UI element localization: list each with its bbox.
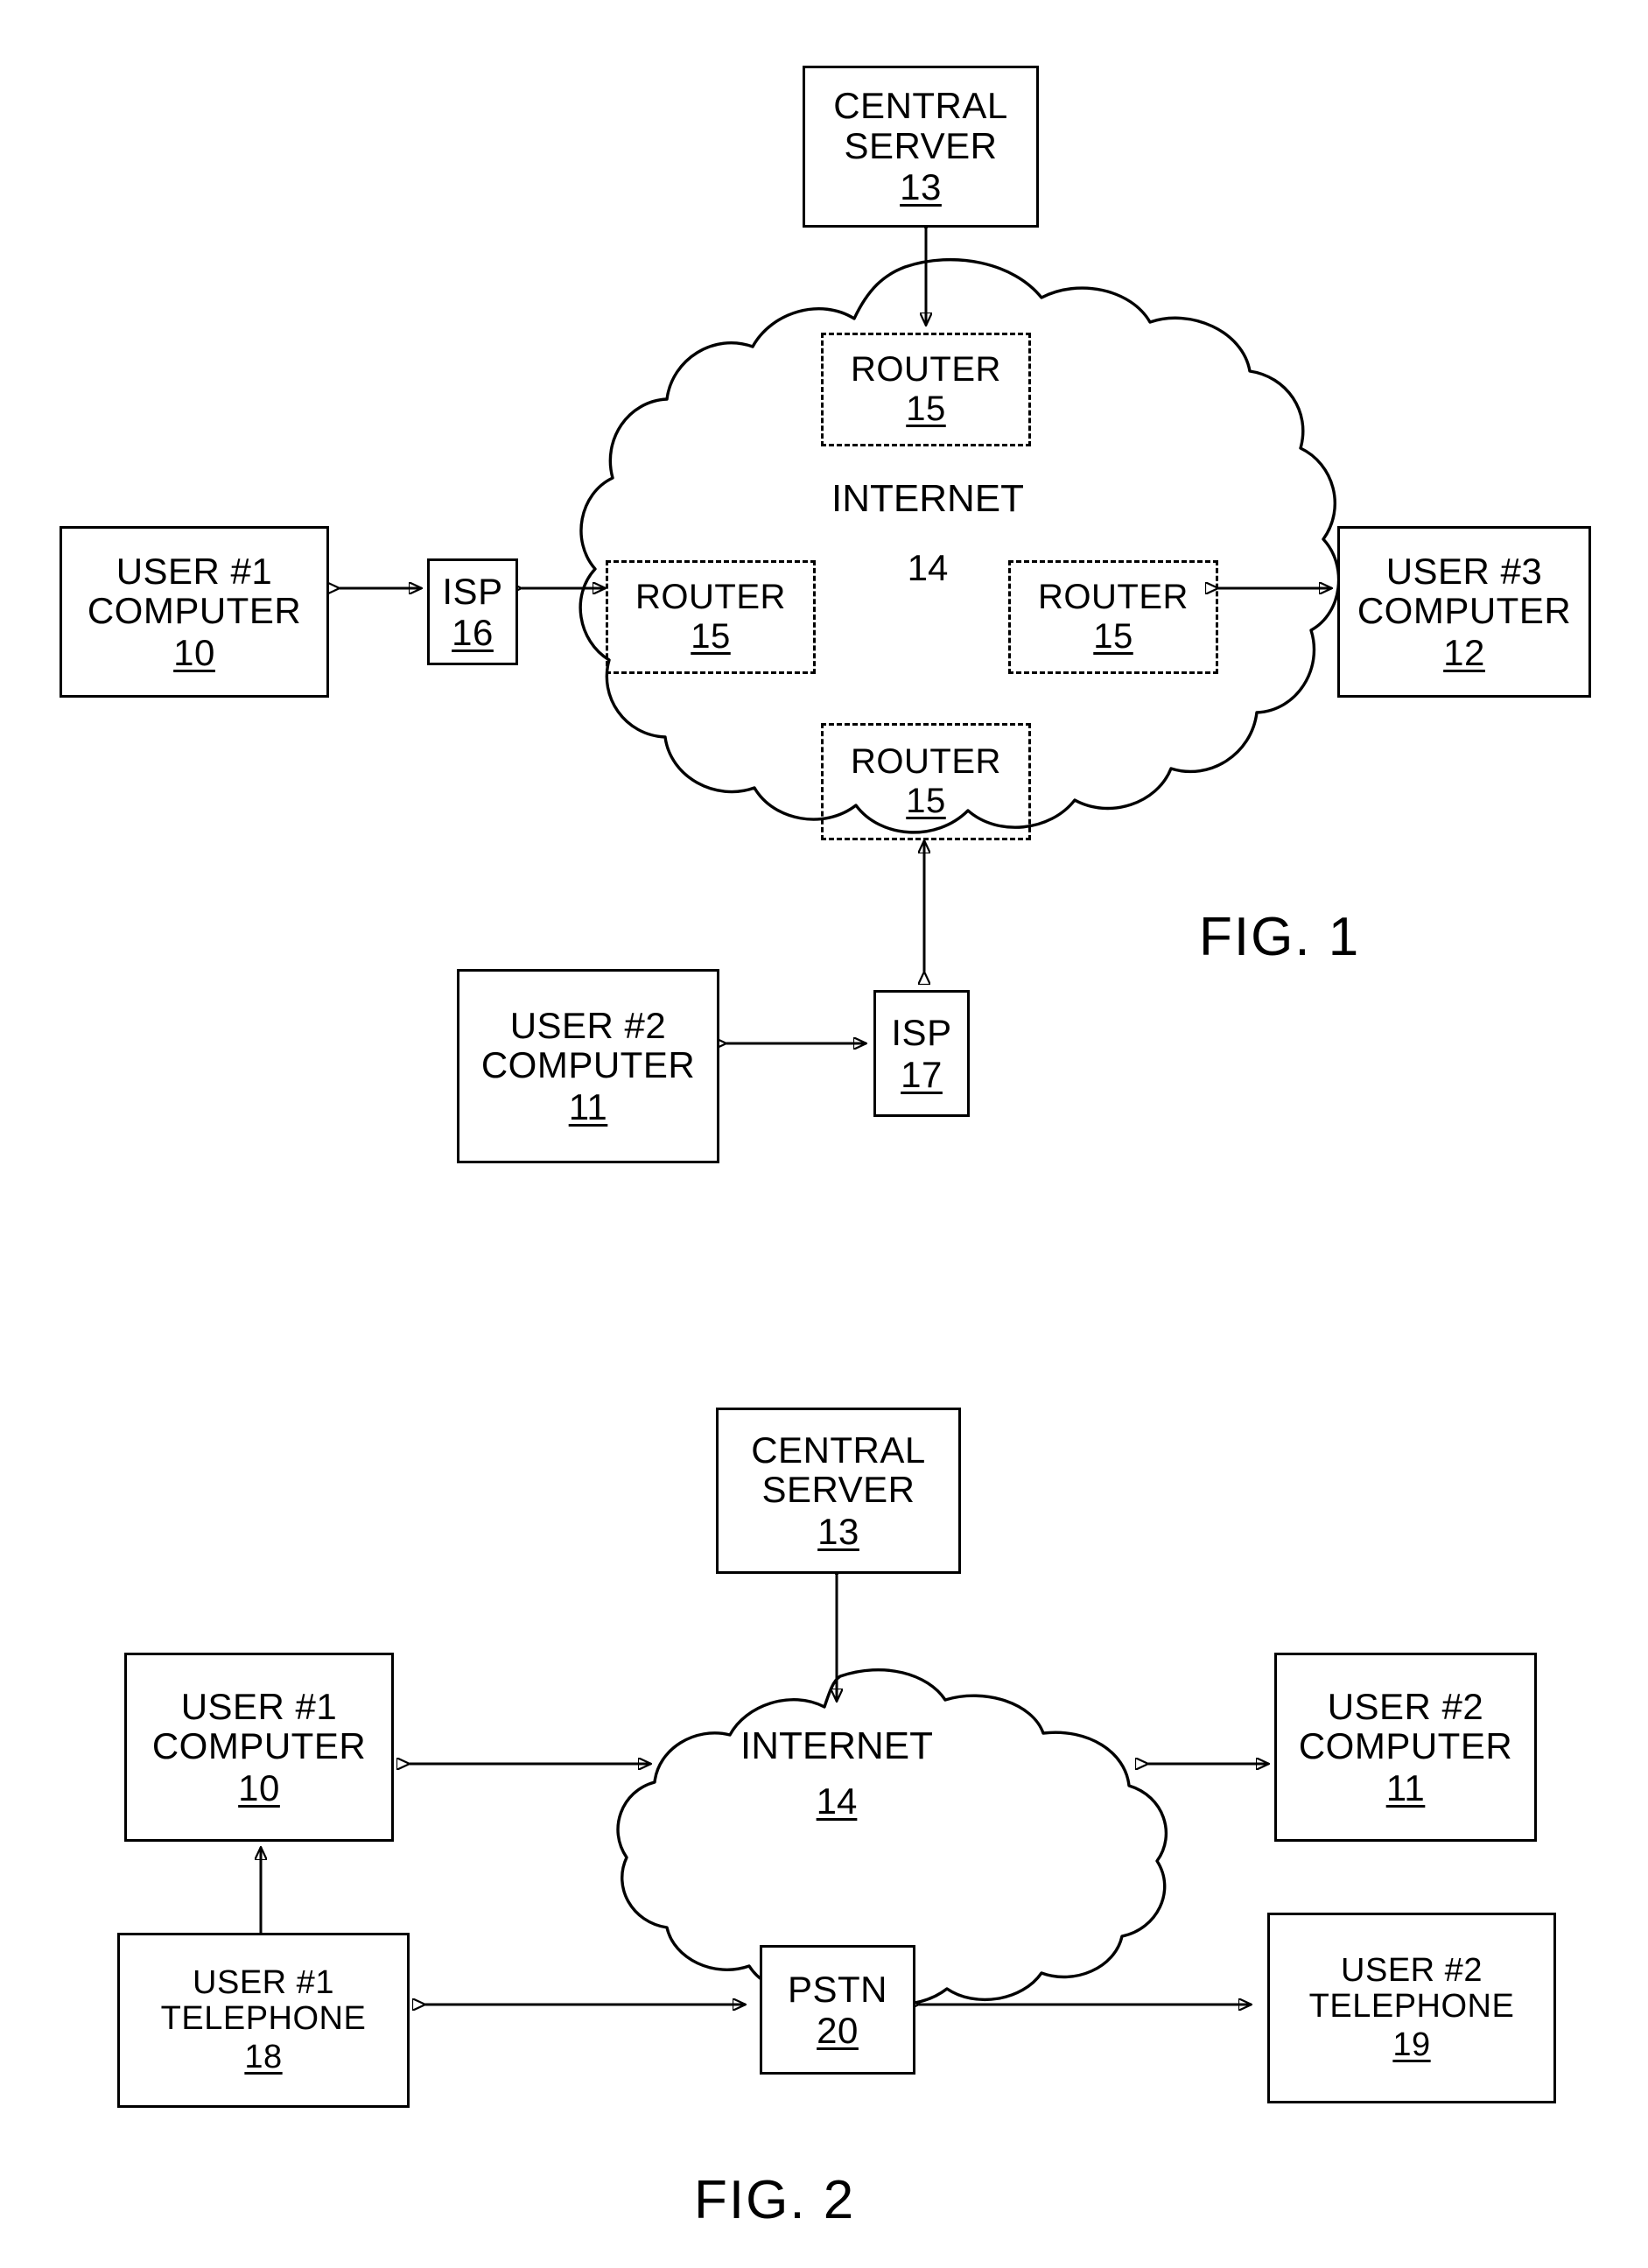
fig2-user2-computer-line1: USER #2 <box>1327 1685 1484 1727</box>
fig1-user2-computer-line1: USER #2 <box>509 1004 667 1046</box>
fig2-user1-computer-line2: COMPUTER <box>151 1725 367 1767</box>
fig2-pstn-ref: 20 <box>817 2010 859 2051</box>
fig1-isp17-label: ISP <box>891 1012 952 1054</box>
fig1-figure-label: FIG. 1 <box>1199 907 1361 967</box>
fig2-user2-telephone-line2: TELEPHONE <box>1308 1988 1515 2026</box>
fig2-user1-telephone-line2: TELEPHONE <box>160 2000 367 2038</box>
patent-drawing-page: CENTRAL SERVER 13 ROUTER 15 INTERNET 14 … <box>0 0 1648 2268</box>
fig1-isp17-ref: 17 <box>901 1053 943 1095</box>
fig1-router-right-box[interactable]: ROUTER 15 <box>1008 560 1218 674</box>
fig1-router-top-box[interactable]: ROUTER 15 <box>821 333 1031 446</box>
fig2-internet-ref: 14 <box>816 1780 858 1822</box>
fig2-central-server-line2: SERVER <box>761 1469 915 1511</box>
fig2-pstn-box[interactable]: PSTN 20 <box>760 1945 915 2075</box>
fig1-central-server-line2: SERVER <box>844 124 998 166</box>
fig2-internet-label-group: INTERNET 14 <box>688 1724 985 1822</box>
fig2-internet-title: INTERNET <box>740 1724 933 1767</box>
fig1-router-left-ref: 15 <box>691 617 731 656</box>
fig1-router-left-label: ROUTER <box>635 577 786 616</box>
fig1-isp16-box[interactable]: ISP 16 <box>427 558 518 665</box>
fig1-user2-computer-box[interactable]: USER #2 COMPUTER 11 <box>457 969 719 1163</box>
fig2-central-server-line1: CENTRAL <box>751 1429 926 1471</box>
fig1-router-left-box[interactable]: ROUTER 15 <box>606 560 816 674</box>
fig2-central-server-ref: 13 <box>817 1510 859 1552</box>
fig1-isp16-ref: 16 <box>452 612 494 653</box>
fig1-user1-computer-line1: USER #1 <box>116 550 273 592</box>
fig2-user1-telephone-box[interactable]: USER #1 TELEPHONE 18 <box>117 1933 410 2108</box>
fig1-central-server-line1: CENTRAL <box>833 85 1008 127</box>
fig2-user2-computer-line2: COMPUTER <box>1298 1725 1513 1767</box>
fig2-pstn-label: PSTN <box>787 1968 887 2010</box>
fig1-user3-computer-ref: 12 <box>1443 631 1485 673</box>
fig1-router-right-ref: 15 <box>1093 617 1133 656</box>
fig2-central-server-box[interactable]: CENTRAL SERVER 13 <box>716 1408 961 1574</box>
fig2-user2-telephone-box[interactable]: USER #2 TELEPHONE 19 <box>1267 1913 1556 2103</box>
fig1-router-bottom-ref: 15 <box>906 782 946 820</box>
fig1-central-server-ref: 13 <box>900 166 942 208</box>
fig1-user3-computer-line1: USER #3 <box>1385 550 1543 592</box>
fig2-user1-telephone-ref: 18 <box>244 2038 283 2075</box>
fig1-router-right-label: ROUTER <box>1038 577 1189 616</box>
fig2-user1-computer-line1: USER #1 <box>180 1685 338 1727</box>
fig1-user1-computer-box[interactable]: USER #1 COMPUTER 10 <box>60 526 329 698</box>
fig1-router-top-ref: 15 <box>906 390 946 428</box>
fig1-router-top-label: ROUTER <box>851 349 1001 389</box>
fig1-internet-title: INTERNET <box>831 477 1024 520</box>
fig2-user2-telephone-ref: 19 <box>1392 2026 1431 2063</box>
fig1-user2-computer-line2: COMPUTER <box>480 1044 696 1086</box>
fig1-user2-computer-ref: 11 <box>568 1085 608 1127</box>
fig2-user2-telephone-line1: USER #2 <box>1341 1952 1483 1990</box>
fig1-user3-computer-line2: COMPUTER <box>1357 590 1572 632</box>
fig1-router-bottom-label: ROUTER <box>851 741 1001 781</box>
fig1-user1-computer-ref: 10 <box>173 631 215 673</box>
fig2-user1-computer-ref: 10 <box>238 1766 280 1808</box>
fig2-figure-label: FIG. 2 <box>694 2170 856 2230</box>
fig1-user3-computer-box[interactable]: USER #3 COMPUTER 12 <box>1337 526 1591 698</box>
fig2-user2-computer-box[interactable]: USER #2 COMPUTER 11 <box>1274 1653 1537 1842</box>
fig1-central-server-box[interactable]: CENTRAL SERVER 13 <box>803 66 1039 228</box>
fig1-user1-computer-line2: COMPUTER <box>87 590 302 632</box>
fig2-user1-telephone-line1: USER #1 <box>193 1964 334 2002</box>
fig2-user2-computer-ref: 11 <box>1385 1766 1426 1808</box>
fig2-user1-computer-box[interactable]: USER #1 COMPUTER 10 <box>124 1653 394 1842</box>
fig1-isp16-label: ISP <box>442 570 503 612</box>
fig1-router-bottom-box[interactable]: ROUTER 15 <box>821 723 1031 840</box>
fig1-internet-ref: 14 <box>907 547 949 588</box>
fig1-isp17-box[interactable]: ISP 17 <box>873 990 970 1117</box>
